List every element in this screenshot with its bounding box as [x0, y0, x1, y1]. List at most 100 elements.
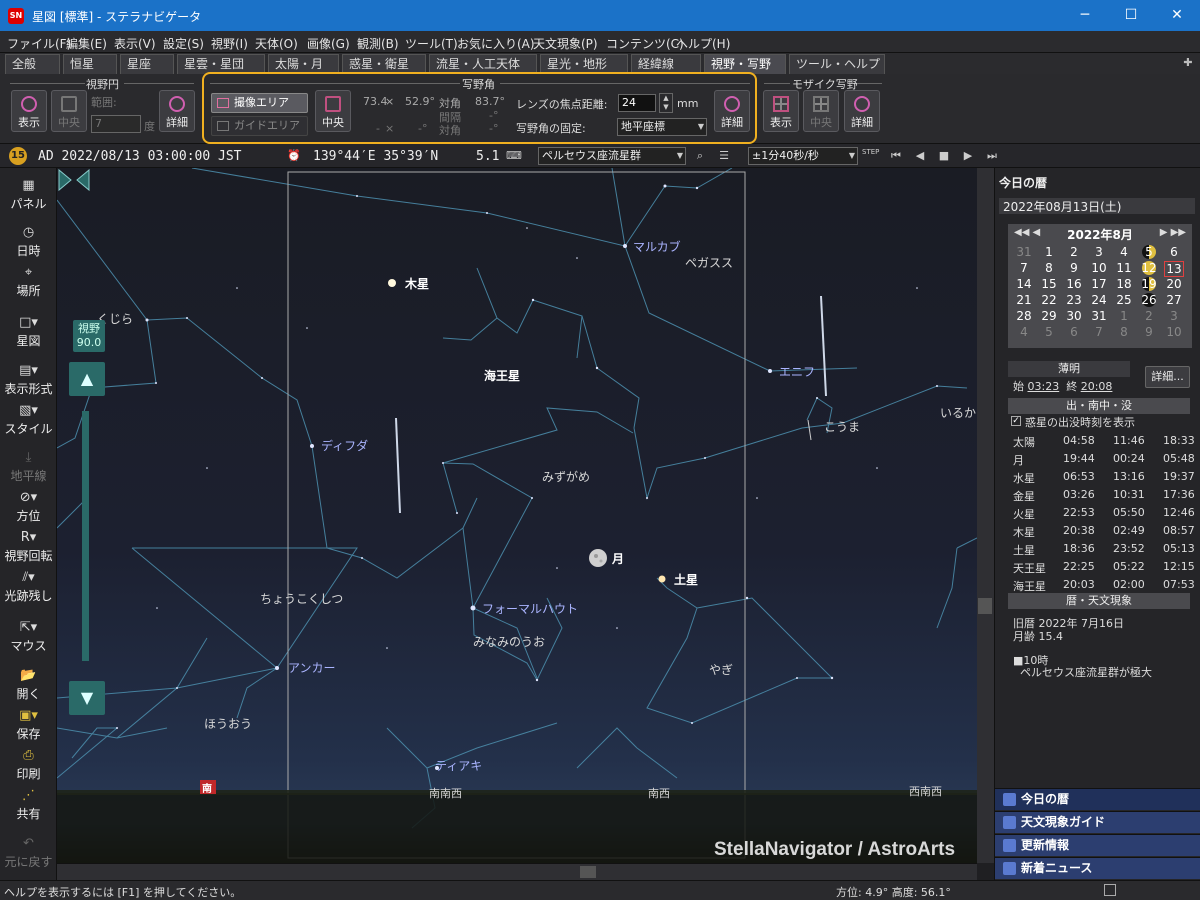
- calendar-day[interactable]: 22: [1039, 293, 1059, 307]
- menu-favorites[interactable]: お気に入り(A): [457, 35, 535, 52]
- style-button[interactable]: ▧▾ スタイル: [0, 403, 57, 437]
- label-pegasus[interactable]: ペガスス: [685, 256, 733, 270]
- mosaic-detail-button[interactable]: 詳細: [844, 90, 880, 132]
- datetime-display[interactable]: AD 2022/08/13 03:00:00 JST: [38, 149, 242, 164]
- calendar-day[interactable]: 21: [1014, 293, 1034, 307]
- calendar-day[interactable]: 25: [1114, 293, 1134, 307]
- rotate-button[interactable]: R▾ 視野回転: [0, 530, 57, 564]
- calendar-day[interactable]: 4: [1114, 245, 1134, 259]
- label-capricornus[interactable]: やぎ: [709, 663, 733, 677]
- tab-grid[interactable]: 経緯線: [631, 54, 701, 74]
- calendar-day[interactable]: 12: [1139, 261, 1159, 275]
- calendar-day[interactable]: 5: [1139, 245, 1159, 259]
- calendar-day[interactable]: 30: [1064, 309, 1084, 323]
- calendar-day[interactable]: 7: [1014, 261, 1034, 275]
- save-button[interactable]: ▣▾ 保存: [0, 708, 57, 742]
- print-button[interactable]: ⎙ 印刷: [0, 748, 57, 782]
- minimize-button[interactable]: ─: [1062, 0, 1108, 31]
- calendar-day[interactable]: 8: [1039, 261, 1059, 275]
- maximize-button[interactable]: ☐: [1108, 0, 1154, 31]
- object-search-select[interactable]: ペルセウス座流星群: [538, 147, 686, 165]
- calendar-day[interactable]: 6: [1164, 245, 1184, 259]
- list-icon[interactable]: ☰: [716, 148, 732, 164]
- stop-icon[interactable]: ■: [936, 148, 952, 164]
- zoom-in-button[interactable]: ▲: [69, 362, 105, 396]
- calendar-next-icon[interactable]: ▶ ▶▶: [1160, 227, 1186, 238]
- search-icon[interactable]: ⌕: [692, 148, 708, 164]
- fov-center-button[interactable]: 中央: [51, 90, 87, 132]
- calendar-day[interactable]: 29: [1039, 309, 1059, 323]
- menu-phenomena[interactable]: 天文現象(P): [533, 35, 598, 52]
- label-jupiter[interactable]: 木星: [404, 276, 429, 291]
- calendar-day[interactable]: 2: [1064, 245, 1084, 259]
- tab-landscape[interactable]: 星光・地形: [540, 54, 628, 74]
- zoom-track[interactable]: [82, 411, 89, 661]
- label-diphda[interactable]: ディフダ: [321, 438, 368, 453]
- panel-button[interactable]: ▦ パネル: [0, 178, 57, 212]
- calendar-day[interactable]: 28: [1014, 309, 1034, 323]
- nav-today[interactable]: 今日の暦: [995, 788, 1200, 810]
- calendar-day[interactable]: 6: [1064, 325, 1084, 339]
- step-icon[interactable]: STEP: [862, 148, 879, 164]
- calendar-day[interactable]: 7: [1089, 325, 1109, 339]
- keyboard-icon[interactable]: ⌨: [506, 148, 522, 164]
- tab-meteors[interactable]: 流星・人工天体: [429, 54, 537, 74]
- calendar-day[interactable]: 2: [1139, 309, 1159, 323]
- calendar-day[interactable]: 5: [1039, 325, 1059, 339]
- scroll-thumb[interactable]: [978, 598, 992, 614]
- skip-back-icon[interactable]: ⏮: [888, 148, 904, 164]
- tab-general[interactable]: 全般: [5, 54, 60, 74]
- label-neptune[interactable]: 海王星: [484, 368, 520, 383]
- calendar-day[interactable]: 1: [1114, 309, 1134, 323]
- menu-edit[interactable]: 編集(E): [66, 35, 107, 52]
- label-fomalhaut[interactable]: フォーマルハウト: [482, 602, 578, 616]
- direction-button[interactable]: ⊘▾ 方位: [0, 490, 57, 524]
- chart-button[interactable]: □▾ 星図: [0, 315, 57, 349]
- close-button[interactable]: ✕: [1154, 0, 1200, 31]
- calendar-day[interactable]: 15: [1039, 277, 1059, 291]
- label-tucana[interactable]: ティアキ: [435, 759, 482, 773]
- menu-settings[interactable]: 設定(S): [163, 35, 204, 52]
- calendar-day[interactable]: 1: [1039, 245, 1059, 259]
- calendar-day[interactable]: 4: [1014, 325, 1034, 339]
- calendar-day[interactable]: 27: [1164, 293, 1184, 307]
- label-enif[interactable]: エニフ: [779, 365, 815, 379]
- datetime-button[interactable]: ◷ 日時: [0, 225, 57, 259]
- horizontal-scrollbar[interactable]: [57, 863, 977, 880]
- calendar-day[interactable]: 14: [1014, 277, 1034, 291]
- calendar-day[interactable]: 24: [1089, 293, 1109, 307]
- nav-updates[interactable]: 更新情報: [995, 834, 1200, 856]
- calendar-day[interactable]: 19: [1139, 277, 1159, 291]
- calendar-day[interactable]: 20: [1164, 277, 1184, 291]
- calendar-day[interactable]: 31: [1089, 309, 1109, 323]
- tab-field-photo[interactable]: 視野・写野: [704, 54, 786, 74]
- calendar-day[interactable]: 10: [1164, 325, 1184, 339]
- label-saturn[interactable]: 土星: [674, 572, 698, 587]
- mouse-button[interactable]: ⇱▾ マウス: [0, 620, 57, 654]
- location-display[interactable]: 139°44′E 35°39′N: [313, 149, 438, 164]
- tab-stars[interactable]: 恒星: [63, 54, 117, 74]
- share-button[interactable]: ⋰ 共有: [0, 788, 57, 822]
- calendar-day[interactable]: 9: [1064, 261, 1084, 275]
- menu-contents[interactable]: コンテンツ(C): [606, 35, 684, 52]
- menu-image[interactable]: 画像(G): [307, 35, 350, 52]
- calendar-day[interactable]: 31: [1014, 245, 1034, 259]
- calendar-day[interactable]: 11: [1114, 261, 1134, 275]
- format-button[interactable]: ▤▾ 表示形式: [0, 363, 57, 397]
- calendar-day[interactable]: 10: [1089, 261, 1109, 275]
- calendar-day[interactable]: 16: [1064, 277, 1084, 291]
- speed-select[interactable]: ±1分40秒/秒: [748, 147, 858, 165]
- undo-button[interactable]: ↶ 元に戻す: [0, 836, 57, 870]
- nav-guide[interactable]: 天文現象ガイド: [995, 811, 1200, 833]
- range-input[interactable]: 7: [91, 115, 141, 133]
- moon-disc[interactable]: [589, 549, 607, 567]
- calendar-day[interactable]: 23: [1064, 293, 1084, 307]
- mosaic-center-button[interactable]: 中央: [803, 90, 839, 132]
- label-ankaa[interactable]: アンカー: [288, 661, 336, 675]
- twilight-detail-button[interactable]: 詳細...: [1145, 366, 1190, 388]
- calendar-day[interactable]: 9: [1139, 325, 1159, 339]
- fov-show-button[interactable]: 表示: [11, 90, 47, 132]
- label-aquarius[interactable]: みずがめ: [542, 469, 590, 484]
- calendar-day[interactable]: 3: [1089, 245, 1109, 259]
- limit-magnitude[interactable]: 5.1: [476, 149, 499, 164]
